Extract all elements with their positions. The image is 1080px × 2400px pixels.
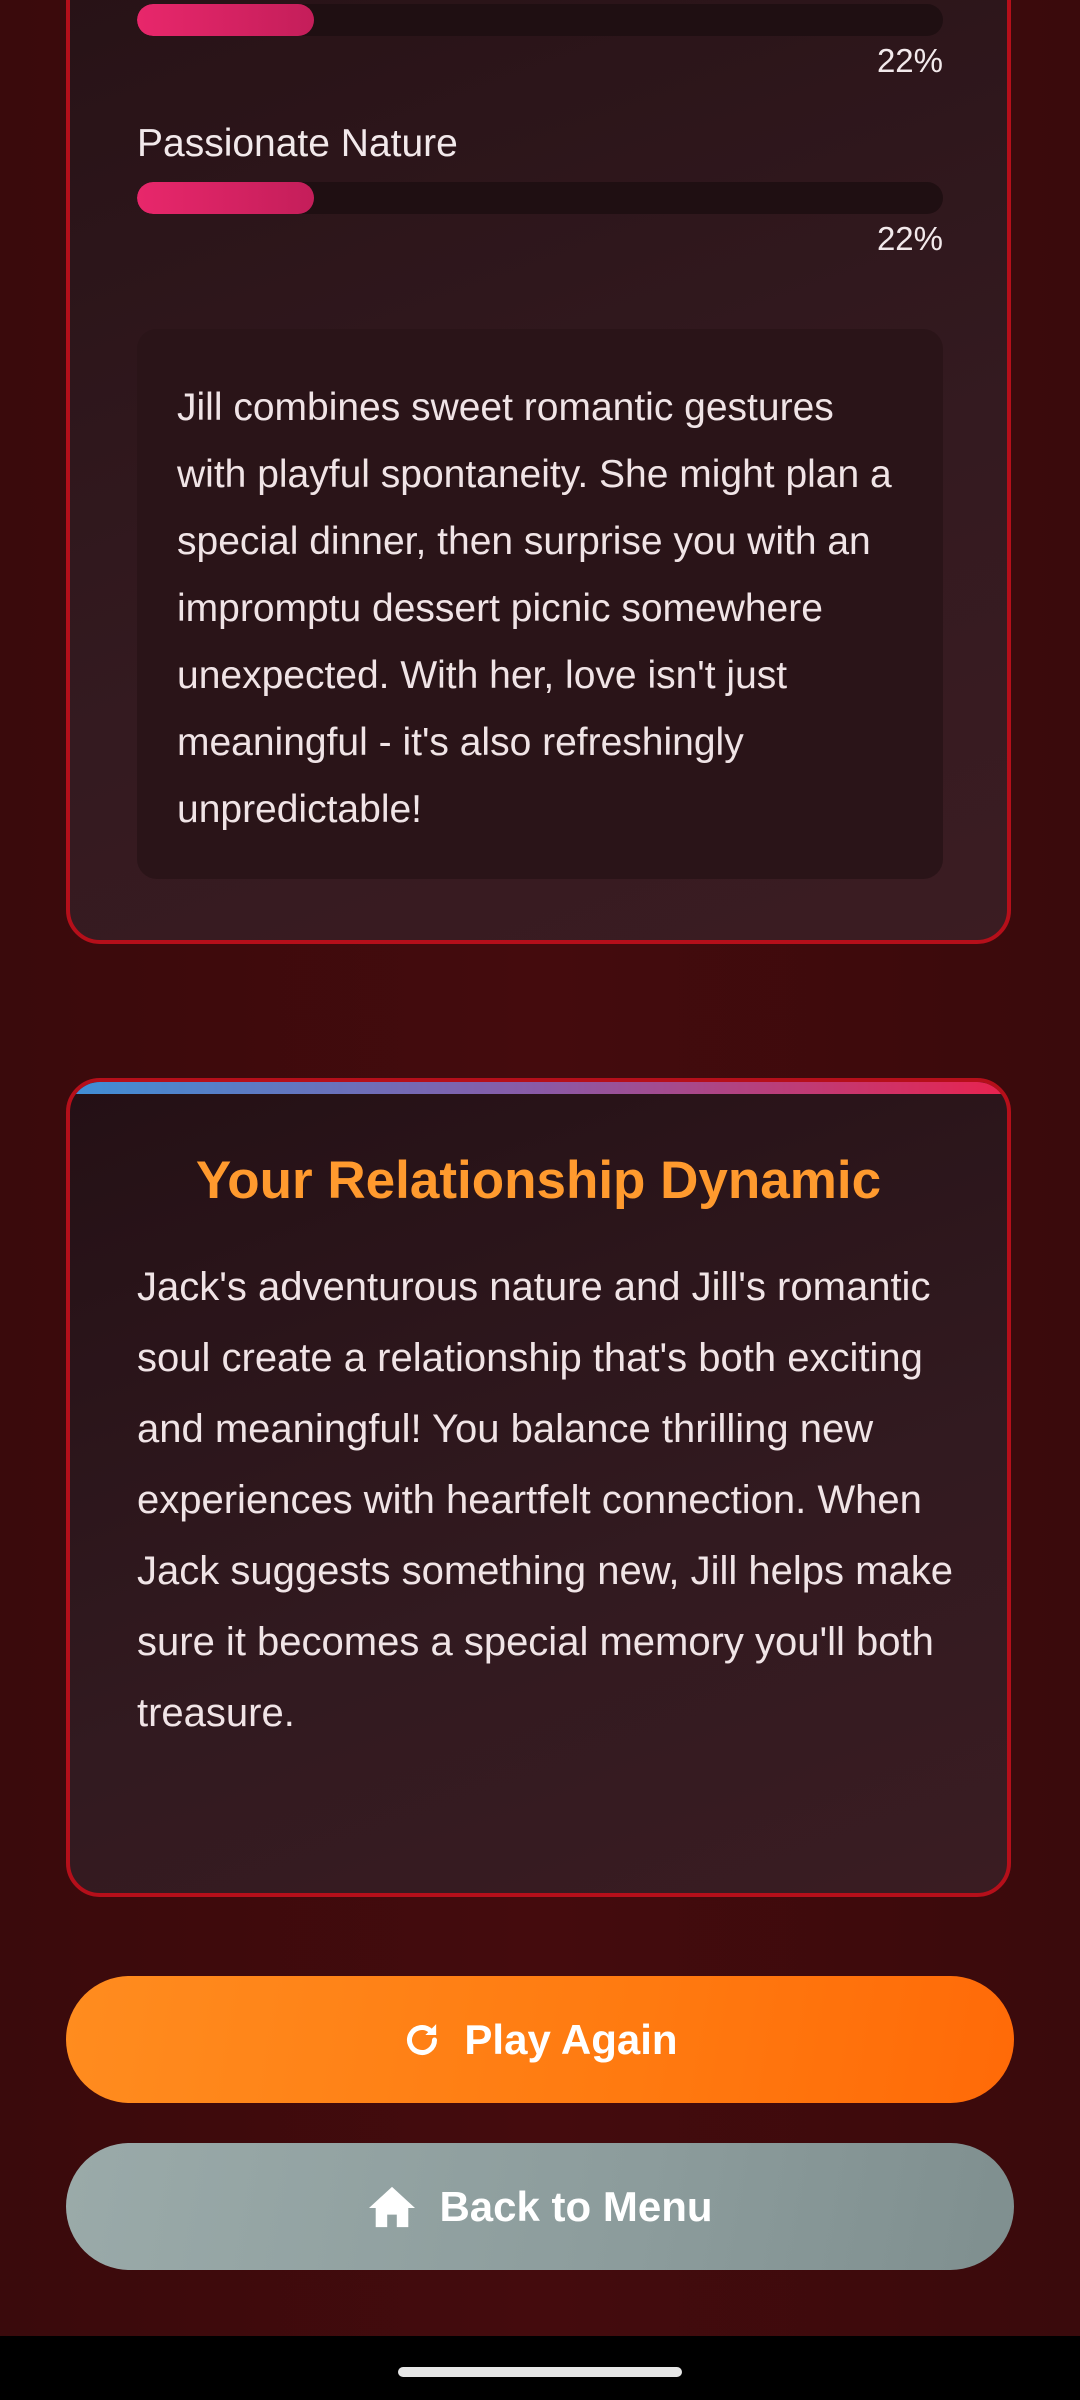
trait-percent: 22% bbox=[876, 220, 943, 257]
partner-description: Jill combines sweet romantic gestures wi… bbox=[137, 329, 943, 879]
home-gesture-handle[interactable] bbox=[398, 2367, 682, 2377]
back-to-menu-label: Back to Menu bbox=[439, 2182, 713, 2230]
refresh-icon bbox=[402, 2020, 442, 2060]
partner-description-text: Jill combines sweet romantic gestures wi… bbox=[177, 386, 892, 831]
trait-progress-bar bbox=[137, 4, 943, 36]
personality-profile-card: 22% Passionate Nature 22% Jill combines … bbox=[66, 0, 1011, 944]
dynamic-title: Your Relationship Dynamic bbox=[195, 1151, 882, 1210]
card-accent-bar bbox=[70, 1082, 1007, 1094]
trait-progress-fill bbox=[137, 4, 315, 36]
relationship-dynamic-card: Your Relationship Dynamic Jack's adventu… bbox=[66, 1078, 1011, 1897]
back-to-menu-button[interactable]: Back to Menu bbox=[66, 2143, 1014, 2270]
dynamic-description: Jack's adventurous nature and Jill's rom… bbox=[137, 1265, 953, 1735]
play-again-label: Play Again bbox=[464, 2015, 678, 2063]
trait-percent: 22% bbox=[876, 42, 943, 79]
trait-name: Passionate Nature bbox=[137, 122, 458, 165]
play-again-button[interactable]: Play Again bbox=[66, 1976, 1014, 2103]
trait-progress-bar bbox=[137, 182, 943, 214]
trait-progress-fill bbox=[137, 182, 315, 214]
home-icon bbox=[367, 2184, 417, 2230]
